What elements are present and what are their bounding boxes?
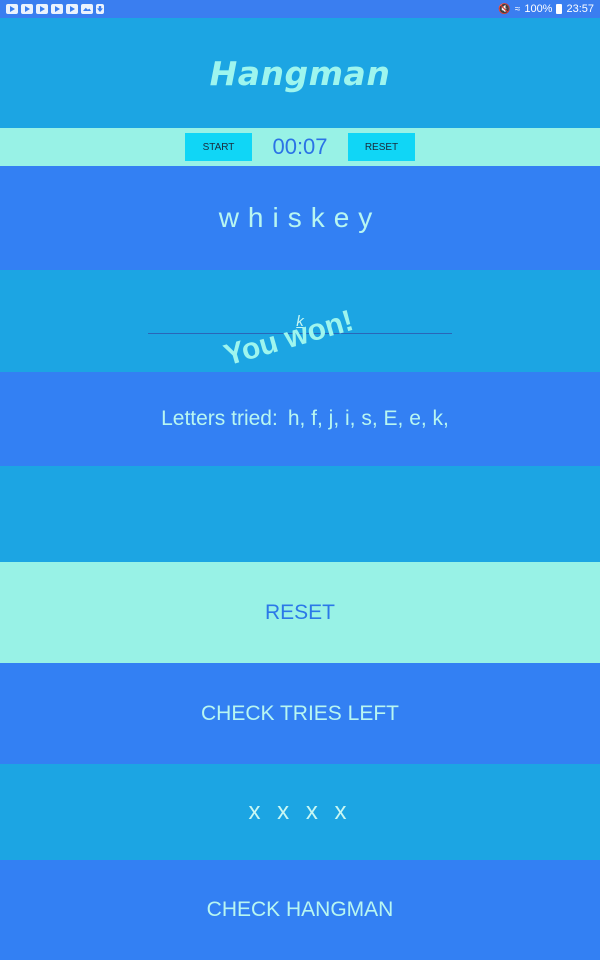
gallery-icon xyxy=(81,4,93,14)
hangman-drawing-area xyxy=(0,466,600,562)
video-play-icon xyxy=(36,4,48,14)
battery-icon xyxy=(556,4,563,14)
letters-tried-panel: Letters tried: h, f, j, i, s, E, e, k, xyxy=(0,372,600,466)
secret-word: whiskey xyxy=(218,202,382,233)
mute-icon: 🔇 xyxy=(498,3,511,15)
clock: 23:57 xyxy=(566,3,594,15)
timer-reset-button[interactable]: RESET xyxy=(348,133,415,161)
timer-display: 00:07 xyxy=(272,134,328,159)
reset-button[interactable]: RESET xyxy=(0,562,600,663)
video-play-icon xyxy=(6,4,18,14)
letters-tried-value: h, f, j, i, s, E, e, k, xyxy=(287,407,449,430)
video-play-icon xyxy=(51,4,63,14)
download-icon xyxy=(96,4,104,14)
check-hangman-button[interactable]: CHECK HANGMAN xyxy=(0,860,600,960)
check-tries-left-button[interactable]: CHECK TRIES LEFT xyxy=(0,663,600,764)
letters-tried-row: Letters tried: h, f, j, i, s, E, e, k, xyxy=(151,407,449,431)
app-header: Hangman xyxy=(0,18,600,128)
secret-word-panel: whiskey xyxy=(0,166,600,270)
tries-left-display: x x x x xyxy=(0,764,600,860)
app-title: Hangman xyxy=(209,53,391,93)
letters-tried-label: Letters tried: xyxy=(161,407,278,430)
system-status: 🔇 ≈ 100% 23:57 xyxy=(498,3,594,15)
video-play-icon xyxy=(21,4,33,14)
timer-bar: START 00:07 RESET xyxy=(0,128,600,166)
notification-icons xyxy=(6,4,104,14)
video-play-icon xyxy=(66,4,78,14)
wifi-icon: ≈ xyxy=(514,3,521,15)
status-bar: 🔇 ≈ 100% 23:57 xyxy=(0,0,600,18)
battery-percent: 100% xyxy=(524,3,553,15)
start-button[interactable]: START xyxy=(185,133,252,161)
